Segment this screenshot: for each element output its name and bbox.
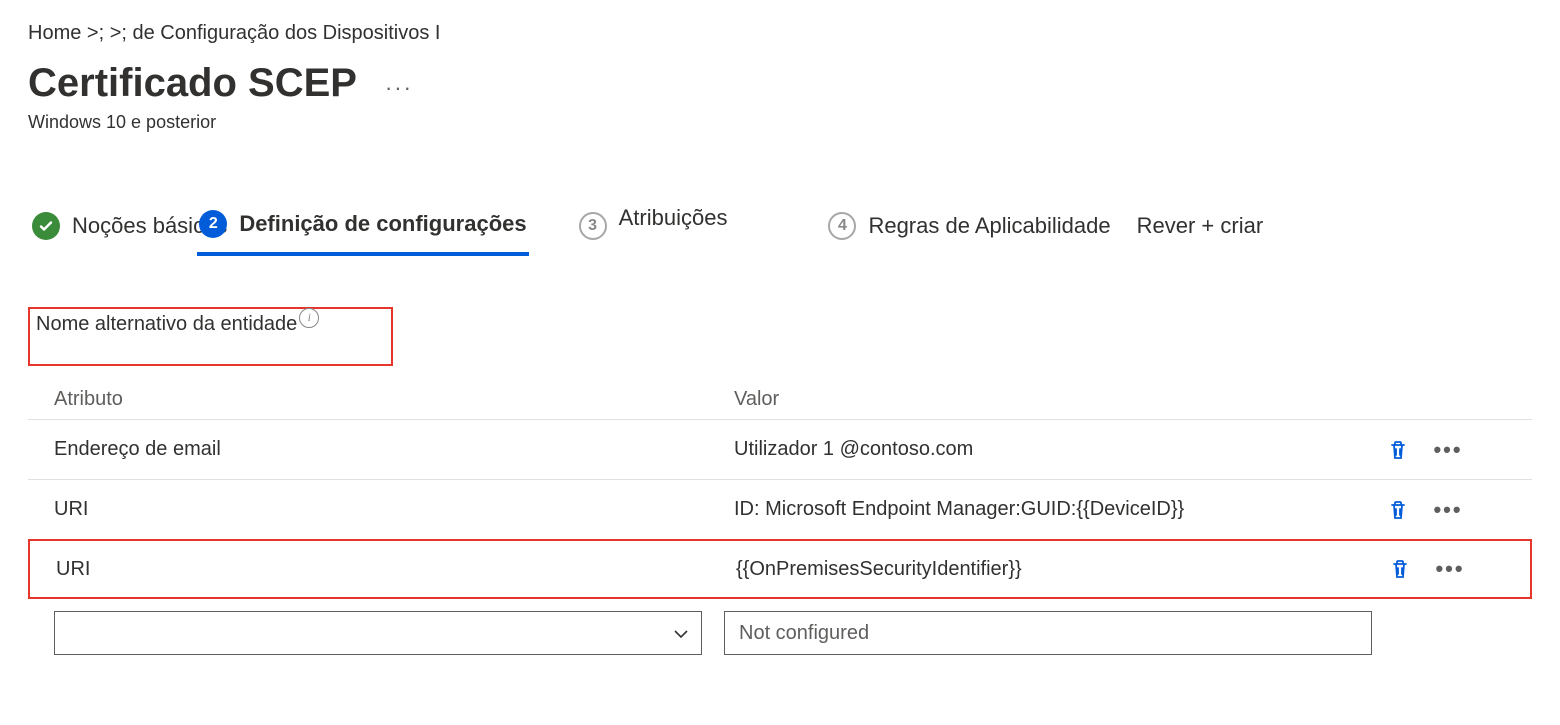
check-icon — [32, 212, 60, 240]
step-number-icon: 3 — [579, 212, 607, 240]
title-more-icon[interactable]: ··· — [385, 61, 413, 101]
step-label: Regras de Aplicabilidade — [868, 213, 1110, 239]
cell-value: {{OnPremisesSecurityIdentifier}} — [718, 558, 1384, 581]
info-icon[interactable]: i — [299, 308, 319, 328]
trash-icon — [1386, 437, 1410, 463]
delete-button[interactable] — [1382, 494, 1414, 526]
step-label: Atribuições — [619, 205, 728, 247]
cell-attribute: URI — [28, 498, 716, 521]
delete-button[interactable] — [1384, 553, 1416, 585]
col-header-attribute: Atributo — [28, 388, 716, 411]
cell-attribute: Endereço de email — [28, 438, 716, 461]
step-number-icon: 2 — [199, 210, 227, 238]
page-subtitle: Windows 10 e posterior — [28, 112, 1532, 133]
wizard-steps: Noções básicas 2 Definição de configuraç… — [28, 201, 1532, 261]
value-input[interactable] — [737, 621, 1359, 646]
trash-icon — [1388, 556, 1412, 582]
step-config[interactable]: 2 Definição de configurações — [197, 206, 528, 256]
cell-value: Utilizador 1 @contoso.com — [716, 438, 1382, 461]
chevron-down-icon — [673, 625, 689, 641]
delete-button[interactable] — [1382, 434, 1414, 466]
table-row: Endereço de email Utilizador 1 @contoso.… — [28, 420, 1532, 480]
step-applicability[interactable]: 4 Regras de Aplicabilidade — [826, 208, 1112, 254]
san-table: Atributo Valor Endereço de email Utiliza… — [28, 380, 1532, 655]
table-row: URI ID: Microsoft Endpoint Manager:GUID:… — [28, 480, 1532, 540]
col-header-value: Valor — [716, 388, 1382, 411]
step-label: Definição de configurações — [239, 211, 526, 237]
breadcrumb[interactable]: Home >; >; de Configuração dos Dispositi… — [28, 22, 1532, 45]
cell-value: ID: Microsoft Endpoint Manager:GUID:{{De… — [716, 498, 1382, 521]
page-title: Certificado SCEP — [28, 61, 357, 106]
row-more-button[interactable]: ••• — [1430, 437, 1478, 463]
table-row-highlight: URI {{OnPremisesSecurityIdentifier}} ••• — [28, 539, 1532, 599]
step-assignments[interactable]: 3 Atribuições — [577, 201, 730, 261]
section-san-label: Nome alternativo da entidade — [36, 313, 297, 336]
row-more-button[interactable]: ••• — [1432, 556, 1480, 582]
trash-icon — [1386, 497, 1410, 523]
step-label: Rever + criar — [1137, 213, 1264, 239]
attribute-select[interactable] — [54, 611, 702, 655]
value-input-wrap — [724, 611, 1372, 655]
section-san-highlight: Nome alternativo da entidade i — [28, 307, 393, 366]
step-number-icon: 4 — [828, 212, 856, 240]
new-entry-row — [28, 611, 1532, 655]
row-more-button[interactable]: ••• — [1430, 497, 1478, 523]
cell-attribute: URI — [30, 558, 718, 581]
step-review[interactable]: Rever + criar — [1135, 209, 1266, 253]
